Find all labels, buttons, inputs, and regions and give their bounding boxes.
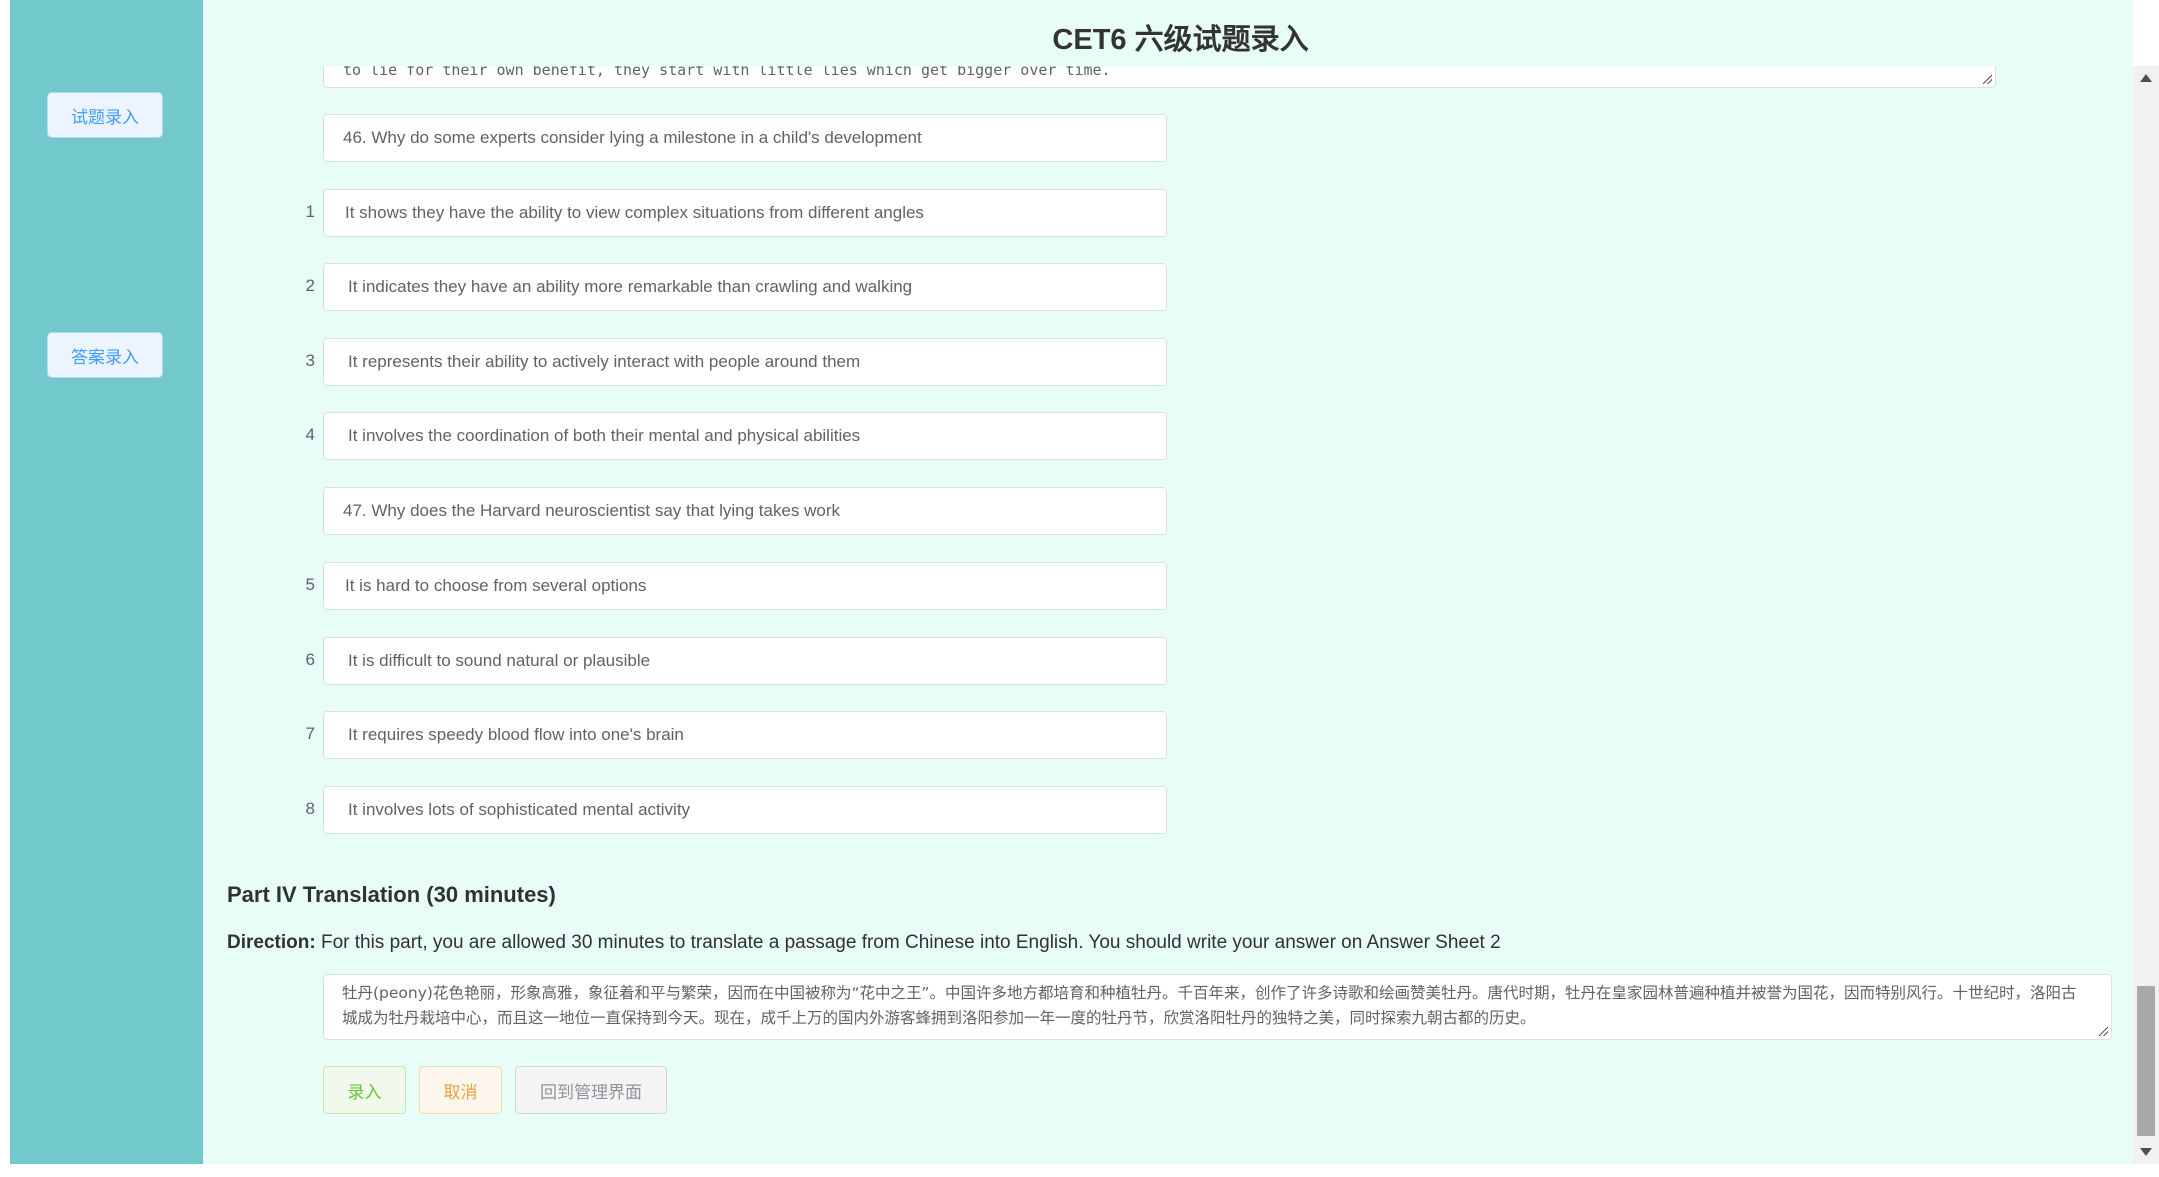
translation-passage: 牡丹(peony)花色艳丽，形象高雅，象征着和平与繁荣，因而在中国被称为“花中之… xyxy=(342,984,2077,1027)
section-heading: Part IV Translation (30 minutes) xyxy=(227,882,556,907)
option-number: 8 xyxy=(305,799,315,818)
option-field-7[interactable]: It requires speedy blood flow into one's… xyxy=(323,711,1167,759)
direction-text: Direction: For this part, you are allowe… xyxy=(227,932,1501,954)
sidebar-item-answer-entry[interactable]: 答案录入 xyxy=(47,332,163,378)
option-number: 3 xyxy=(305,351,315,370)
direction-body: For this part, you are allowed 30 minute… xyxy=(315,932,1501,953)
option-field-1[interactable]: It shows they have the ability to view c… xyxy=(323,189,1167,237)
option-number: 2 xyxy=(305,276,315,295)
bottom-edge xyxy=(0,1164,2159,1177)
cancel-button[interactable]: 取消 xyxy=(419,1066,502,1114)
option-field-8[interactable]: It involves lots of sophisticated mental… xyxy=(323,786,1167,834)
option-field-6[interactable]: It is difficult to sound natural or plau… xyxy=(323,637,1167,685)
sidebar: 试题录入 答案录入 xyxy=(10,0,203,1164)
scrollbar-thumb[interactable] xyxy=(2137,986,2155,1136)
scroll-up-arrow-icon[interactable] xyxy=(2140,74,2152,82)
option-field-2[interactable]: It indicates they have an ability more r… xyxy=(323,263,1167,311)
option-number: 4 xyxy=(305,425,315,444)
sidebar-item-question-entry[interactable]: 试题录入 xyxy=(47,92,163,138)
resize-handle-icon[interactable] xyxy=(2099,1027,2108,1036)
translation-textarea[interactable]: 牡丹(peony)花色艳丽，形象高雅，象征着和平与繁荣，因而在中国被称为“花中之… xyxy=(323,974,2112,1040)
app-root: 试题录入 答案录入 to lie for their own benefit, … xyxy=(0,0,2159,1177)
option-number: 6 xyxy=(305,650,315,669)
resize-handle-icon[interactable] xyxy=(1983,75,1992,84)
vertical-scrollbar[interactable] xyxy=(2133,66,2159,1164)
question-47-field[interactable]: 47. Why does the Harvard neuroscientist … xyxy=(323,487,1167,535)
submit-button[interactable]: 录入 xyxy=(323,1066,406,1114)
page-title: CET6 六级试题录入 xyxy=(1052,24,1309,56)
direction-label: Direction: xyxy=(227,932,316,953)
option-number: 5 xyxy=(305,575,315,594)
option-number: 1 xyxy=(305,202,315,221)
main-content: to lie for their own benefit, they start… xyxy=(203,0,2133,1164)
scroll-area[interactable]: to lie for their own benefit, they start… xyxy=(203,0,2133,1164)
option-number: 7 xyxy=(305,724,315,743)
option-field-5[interactable]: It is hard to choose from several option… xyxy=(323,562,1167,610)
page-header: CET6 六级试题录入 xyxy=(203,0,2133,66)
option-field-4[interactable]: It involves the coordination of both the… xyxy=(323,412,1167,460)
question-46-field[interactable]: 46. Why do some experts consider lying a… xyxy=(323,114,1167,162)
back-to-admin-button[interactable]: 回到管理界面 xyxy=(515,1066,667,1114)
option-field-3[interactable]: It represents their ability to actively … xyxy=(323,338,1167,386)
left-edge xyxy=(0,0,10,1177)
scroll-down-arrow-icon[interactable] xyxy=(2140,1148,2152,1156)
